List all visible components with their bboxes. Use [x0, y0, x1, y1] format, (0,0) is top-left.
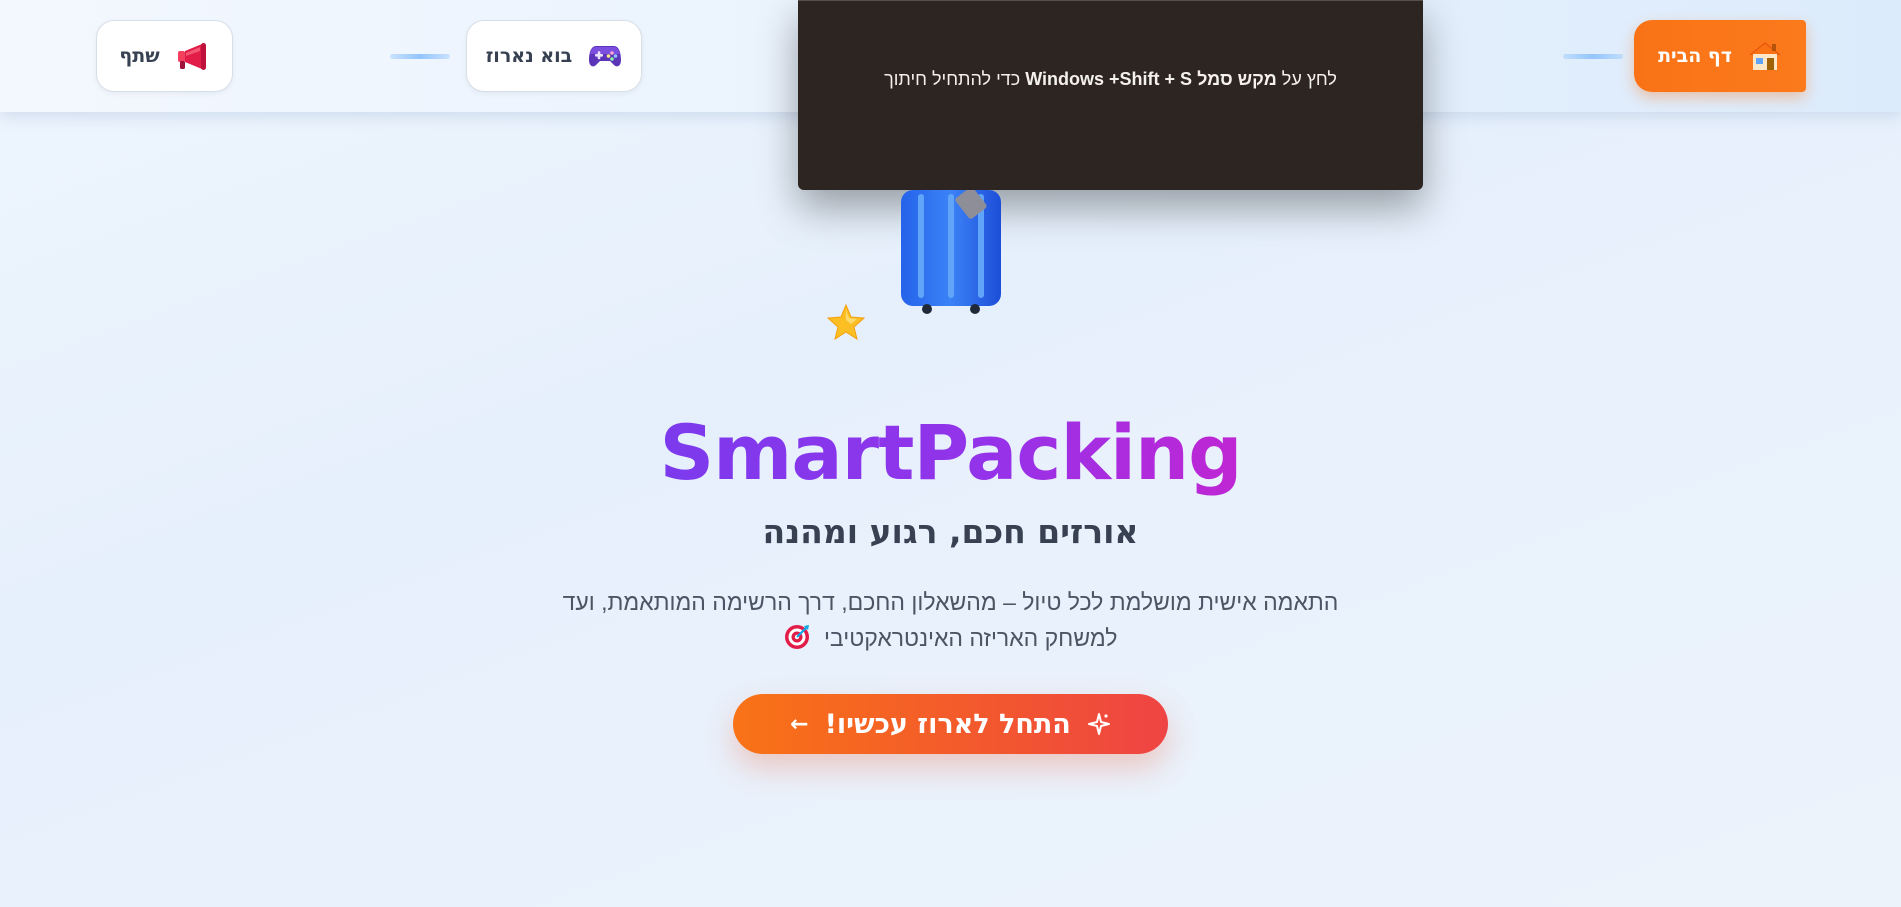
lets-pack-label: בוא נארוז: [485, 45, 573, 67]
house-icon: [1748, 40, 1782, 72]
target-icon: [784, 624, 810, 660]
start-packing-button[interactable]: התחל לארוז עכשיו! ←: [733, 694, 1168, 754]
start-packing-label: התחל לארוז עכשיו!: [824, 708, 1071, 740]
description-line-2: למשחק האריזה האינטראקטיבי: [823, 625, 1118, 651]
share-label: שתף: [119, 45, 160, 67]
brand-title: SmartPacking: [659, 408, 1242, 497]
suitcase-icon: [900, 187, 1002, 314]
nav-connector-line: [1563, 54, 1623, 59]
snip-key-combo: Windows +Shift + S: [1025, 69, 1198, 89]
home-label: דף הבית: [1658, 45, 1732, 67]
home-button[interactable]: דף הבית: [1634, 20, 1806, 92]
gamepad-icon: [588, 43, 622, 69]
arrow-left-icon: ←: [790, 711, 809, 737]
sparkle-icon: [1087, 712, 1111, 736]
hero-description: התאמה אישית מושלמת לכל טיול – מהשאלון הח…: [540, 584, 1361, 660]
snipping-instructions: לחץ על מקש סמל Windows +Shift + S כדי לה…: [884, 69, 1337, 90]
hero-subtitle: אורזים חכם, רגוע ומהנה: [762, 512, 1139, 551]
snipping-tool-overlay: לחץ על מקש סמל Windows +Shift + S כדי לה…: [798, 0, 1423, 190]
snip-text-start: כדי להתחיל חיתוך: [884, 69, 1026, 89]
snip-text-press: לחץ על: [1276, 69, 1337, 89]
snip-key-name: מקש סמל: [1197, 69, 1277, 89]
star-icon: [826, 302, 866, 342]
megaphone-icon: [176, 41, 210, 71]
lets-pack-game-button[interactable]: בוא נארוז: [466, 20, 642, 92]
description-line-1: התאמה אישית מושלמת לכל טיול – מהשאלון הח…: [562, 589, 1339, 615]
nav-connector-line: [390, 54, 450, 59]
share-button[interactable]: שתף: [96, 20, 233, 92]
